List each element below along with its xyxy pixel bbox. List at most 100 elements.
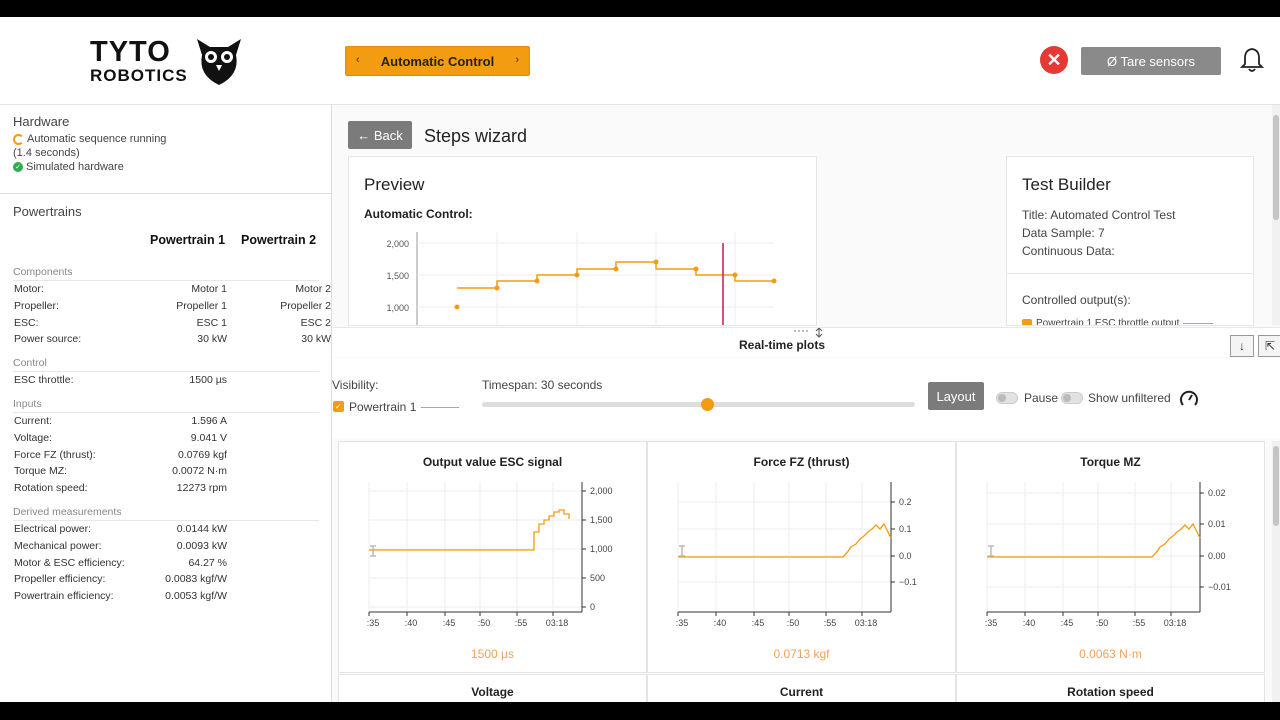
builder-continuous: Continuous Data:: [1022, 244, 1115, 258]
inputs-rows: Current: 1.596 A Voltage: 9.041 V Force FZ (…: [13, 413, 319, 497]
x-tick-label: :45: [443, 618, 456, 628]
timespan-slider[interactable]: [482, 398, 915, 411]
row-v2: Propeller 2: [280, 299, 331, 312]
resize-handle-icon[interactable]: [794, 328, 834, 338]
hardware-title: Hardware: [13, 114, 70, 129]
timespan-slider-knob[interactable]: [701, 398, 715, 411]
y-tick-label: 0.01: [1208, 519, 1226, 529]
back-button[interactable]: ← Back: [348, 121, 412, 149]
upper-scrollbar-thumb[interactable]: [1273, 115, 1279, 220]
plot-title: Force FZ (thrust): [753, 455, 850, 469]
sidebar-row: ESC throttle: 1500 µs: [13, 372, 319, 389]
row-v2: 30 kW: [301, 333, 331, 346]
visibility-checkbox[interactable]: ✓: [333, 401, 344, 412]
y-tick-label: 0.00: [1208, 551, 1226, 561]
cursor-marker-icon: [988, 545, 994, 557]
pause-toggle[interactable]: [996, 392, 1018, 404]
group-inputs: Inputs: [13, 398, 319, 413]
powertrain-headers: Powertrain 1 Powertrain 2: [13, 227, 319, 257]
controlled-outputs-label: Controlled output(s):: [1022, 293, 1131, 307]
y-tick-label: 2,000: [590, 486, 613, 496]
tare-sensors-button[interactable]: Ø Tare sensors: [1081, 47, 1221, 75]
row-v1: 1.596 A: [191, 414, 227, 427]
row-v1: 0.0083 kgf/W: [165, 573, 227, 586]
plot-title: Output value ESC signal: [422, 455, 563, 469]
sidebar-row: Propeller efficiency: 0.0083 kgf/W: [13, 571, 319, 588]
plot-title: Torque MZ: [1080, 455, 1141, 469]
sidebar-row: Motor: Motor 1 Motor 2: [13, 281, 331, 298]
row-k: Rotation speed:: [14, 482, 88, 495]
chevron-right-icon[interactable]: ›: [515, 54, 519, 66]
x-tick-label: :35: [676, 618, 689, 628]
row-v2: ESC 2: [300, 316, 331, 329]
sidebar-row: ESC: ESC 1 ESC 2: [13, 315, 331, 332]
row-k: ESC throttle:: [14, 374, 74, 387]
plot-title: Rotation speed: [1067, 685, 1154, 699]
preview-ytick-1000: 1,000: [386, 303, 409, 313]
x-tick-label: :45: [752, 618, 765, 628]
row-v1: 0.0769 kgf: [177, 448, 227, 461]
row-v1: Propeller 1: [176, 299, 227, 312]
wizard-title: Steps wizard: [424, 126, 528, 146]
download-icon[interactable]: ↓: [1230, 335, 1254, 357]
visibility-item-label[interactable]: Powertrain 1: [349, 400, 416, 414]
legend-line: [1183, 323, 1214, 324]
row-k: Propeller efficiency:: [14, 573, 106, 586]
row-k: Motor:: [14, 283, 44, 295]
status-sim: Simulated hardware: [26, 161, 124, 173]
cursor-marker-icon: [370, 545, 376, 557]
preview-chart: 2,000 1,500 1,000: [386, 232, 777, 325]
plot-card: Output value ESC signal 2,000 1,500 1,000 50…: [338, 441, 647, 673]
row-v1: 9.041 V: [190, 431, 227, 444]
timespan-label: Timespan: 30 seconds: [482, 378, 603, 392]
gauge-icon[interactable]: [1179, 389, 1199, 409]
bell-icon[interactable]: [1240, 47, 1264, 73]
plot-current-value: 0.0713 kgf: [773, 647, 830, 661]
logo-line2: ROBOTICS: [90, 66, 188, 85]
controlled-output-item[interactable]: Powertrain 1 ESC throttle output: [1022, 318, 1214, 325]
stop-close-button[interactable]: ✕: [1040, 46, 1068, 74]
row-k: Electrical power:: [14, 522, 92, 535]
x-tick-label: 03:18: [546, 618, 569, 628]
row-k: Current:: [14, 414, 52, 427]
y-tick-label: 1,500: [590, 515, 613, 525]
plots-scrollbar[interactable]: [1272, 441, 1280, 702]
sidebar-row: Torque MZ: 0.0072 N·m: [13, 463, 319, 480]
upper-scrollbar[interactable]: [1272, 105, 1280, 325]
status-running-line: Automatic sequence running: [13, 133, 319, 145]
show-unfiltered-label: Show unfiltered: [1088, 391, 1171, 405]
spinner-icon: [13, 133, 24, 145]
derived-rows: Electrical power: 0.0144 kW Mechanical pow…: [13, 521, 319, 605]
builder-data-sample: Data Sample: 7: [1022, 226, 1105, 240]
realtime-plots-grid: Output value ESC signal 2,000 1,500 1,000 50…: [338, 441, 1265, 702]
layout-button[interactable]: Layout: [928, 382, 984, 410]
plots-scrollbar-thumb[interactable]: [1273, 446, 1279, 526]
sidebar-row: Rotation speed: 12273 rpm: [13, 480, 319, 497]
top-header: TYTO ROBOTICS ‹ Automatic Control › ✕ Ø …: [0, 17, 1280, 105]
row-k: Motor & ESC efficiency:: [14, 556, 125, 569]
test-builder-card: Test Builder Title: Automated Control Te…: [1006, 156, 1254, 326]
powertrains-title: Powertrains: [13, 204, 82, 219]
row-k: ESC:: [14, 316, 39, 329]
automatic-control-button[interactable]: ‹ Automatic Control ›: [345, 46, 530, 76]
chevron-left-icon[interactable]: ‹: [356, 54, 360, 66]
preview-points: [454, 259, 777, 310]
row-v1: 64.27 %: [188, 556, 227, 569]
row-k: Force FZ (thrust):: [14, 448, 96, 461]
x-tick-label: :50: [478, 618, 491, 628]
popout-icon[interactable]: ⇱: [1258, 335, 1280, 357]
series-line: [987, 522, 1201, 558]
logo-line1: TYTO: [90, 36, 171, 68]
row-k: Torque MZ:: [14, 465, 68, 478]
pause-label: Pause: [1024, 391, 1059, 405]
x-tick-label: :50: [1096, 618, 1109, 628]
x-tick-label: :40: [405, 618, 418, 628]
plot-chart: 0.2 0.1 0.0 −0.1:35:40:45:50:55 03:18: [676, 482, 917, 628]
sidebar: Hardware Automatic sequence running (1.4…: [0, 105, 332, 702]
preview-card: Preview Automatic Control: 2,000 1,500 1…: [348, 156, 817, 326]
builder-title: Test Builder: [1022, 175, 1111, 194]
row-k: Power source:: [14, 333, 82, 346]
show-unfiltered-toggle[interactable]: [1061, 392, 1083, 404]
sidebar-row: Force FZ (thrust): 0.0769 kgf: [13, 447, 319, 464]
checkbox-icon[interactable]: [1022, 318, 1032, 325]
